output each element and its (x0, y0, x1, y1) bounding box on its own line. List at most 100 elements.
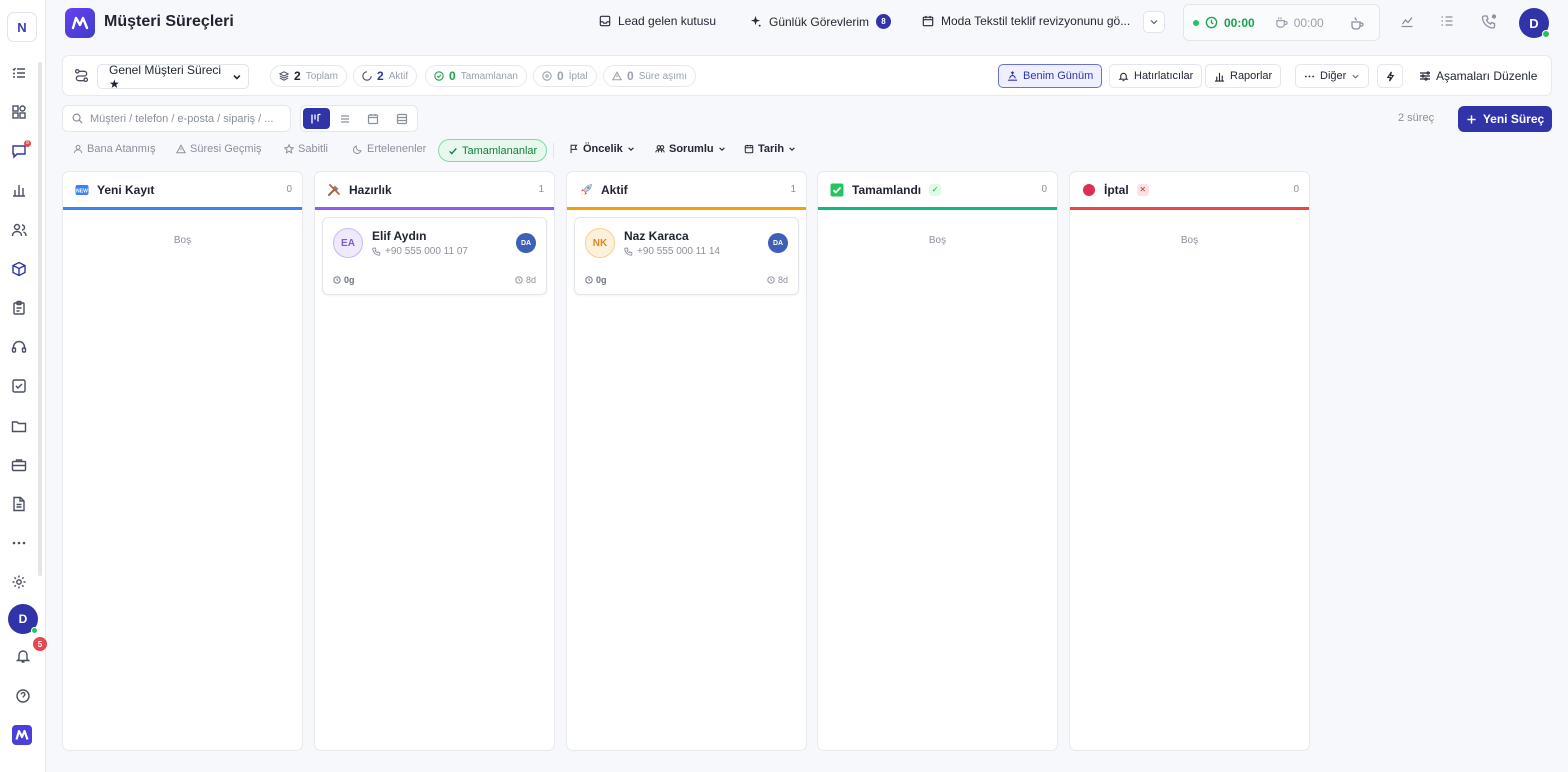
stat-total[interactable]: 2 Toplam (270, 65, 347, 87)
search-input[interactable] (90, 112, 280, 125)
user-avatar[interactable]: D (1519, 8, 1550, 38)
folder-icon[interactable] (9, 416, 29, 436)
new-process-label: Yeni Süreç (1482, 112, 1545, 126)
document-icon[interactable] (9, 494, 29, 514)
rocket-icon (579, 183, 593, 197)
column-header[interactable]: Hazırlık 1 (315, 172, 554, 210)
chevron-down-icon (789, 147, 795, 151)
new-process-button[interactable]: Yeni Süreç (1458, 106, 1552, 132)
upcoming-event[interactable]: Moda Tekstil teklif revizyonunu gö... (922, 14, 1130, 28)
my-day-button[interactable]: Benim Günüm (998, 64, 1103, 88)
stat-cancelled[interactable]: 0 İptal (533, 65, 597, 87)
analytics-icon[interactable] (1400, 14, 1416, 30)
users-icon[interactable] (9, 220, 29, 240)
more-button[interactable]: Diğer (1295, 64, 1370, 88)
list-view-button[interactable] (332, 108, 359, 129)
workspace-badge[interactable]: N (7, 12, 37, 42)
red-circle-icon (1082, 183, 1096, 197)
phone-icon[interactable] (1481, 14, 1497, 30)
filter-date[interactable]: Tarih (744, 143, 796, 155)
stat-completed[interactable]: 0 Tamamlanan (425, 65, 527, 87)
clock-icon[interactable] (1205, 16, 1218, 29)
table-view-button[interactable] (389, 108, 416, 129)
stat-active[interactable]: 2 Aktif (353, 65, 418, 87)
new-tag-icon: NEW (75, 183, 89, 197)
owner-avatar[interactable]: DA (516, 233, 536, 253)
online-indicator (1542, 30, 1550, 38)
user-icon (73, 144, 83, 154)
filter-overdue[interactable]: Süresi Geçmiş (176, 143, 262, 155)
event-dropdown-button[interactable] (1143, 11, 1165, 33)
status-dot-icon (1193, 19, 1199, 26)
card-due-value: 8d (777, 275, 788, 285)
moon-icon (353, 145, 362, 154)
box-icon[interactable] (9, 259, 29, 279)
cancel-circle-icon (542, 71, 552, 81)
chevron-down-icon (1352, 74, 1359, 79)
app-logo-icon[interactable] (65, 8, 95, 38)
check-square-icon[interactable] (9, 376, 29, 396)
filter-priority[interactable]: Öncelik (569, 143, 635, 155)
tools-icon (327, 183, 341, 197)
dashboard-icon[interactable] (9, 102, 29, 122)
process-card[interactable]: EA Elif Aydın +90 555 000 11 07 DA 0g 8d (322, 217, 547, 295)
daily-tasks-button[interactable]: Günlük Görevlerim 8 (749, 14, 892, 29)
owner-avatar[interactable]: DA (768, 233, 788, 253)
card-due: 8d (515, 275, 536, 285)
pipeline-select[interactable]: Genel Müşteri Süreci ★ (97, 63, 249, 91)
edit-stages-button[interactable]: Aşamaları Düzenle (1411, 64, 1546, 88)
stat-overdue[interactable]: 0 Süre aşımı (603, 65, 697, 87)
list-icon[interactable] (9, 63, 29, 83)
rail-scrollbar[interactable] (38, 62, 42, 576)
pipeline-route-icon[interactable] (74, 68, 89, 83)
reminders-button[interactable]: Hatırlatıcılar (1109, 64, 1203, 88)
automation-button[interactable] (1377, 64, 1403, 88)
stat-completed-label: Tamamlanan (460, 70, 518, 82)
column-header[interactable]: İptal ✕ 0 (1070, 172, 1309, 210)
check-box-icon (830, 183, 844, 197)
filter-owner[interactable]: Sorumlu (655, 143, 726, 155)
column-title: Yeni Kayıt (97, 182, 155, 197)
clipboard-icon[interactable] (9, 298, 29, 318)
coffee-icon[interactable] (1275, 16, 1288, 29)
chart-icon[interactable] (9, 180, 29, 200)
calendar-view-button[interactable] (360, 108, 387, 129)
search-box[interactable] (62, 105, 291, 132)
table-icon (396, 113, 407, 124)
help-icon[interactable] (13, 686, 33, 706)
timer-icon (515, 276, 523, 284)
process-count: 2 süreç (1398, 112, 1435, 124)
lead-inbox-label: Lead gelen kutusu (618, 14, 717, 28)
warning-icon (176, 144, 186, 154)
column-header[interactable]: Tamamlandı ✓ 0 (818, 172, 1057, 210)
users-icon (655, 145, 665, 153)
more-icon[interactable] (9, 533, 29, 553)
lead-inbox-button[interactable]: Lead gelen kutusu (599, 14, 716, 28)
filter-pinned[interactable]: Sabitli (284, 143, 328, 155)
headset-icon[interactable] (9, 337, 29, 357)
kanban-view-button[interactable] (303, 108, 330, 129)
filter-completed[interactable]: Tamamlananlar (438, 139, 548, 162)
bolt-icon (1386, 71, 1394, 81)
page-title: Müşteri Süreçleri (104, 13, 234, 30)
column-header[interactable]: Aktif 1 (567, 172, 806, 210)
break-toggle-icon[interactable] (1350, 16, 1364, 30)
reports-button[interactable]: Raporlar (1205, 64, 1282, 88)
more-label: Diğer (1320, 70, 1347, 82)
chevron-down-icon (1150, 20, 1158, 25)
online-indicator (31, 627, 38, 634)
filter-postponed[interactable]: Ertelenenler (353, 143, 426, 155)
rail-user-avatar[interactable]: D (8, 604, 38, 634)
customer-phone: +90 555 000 11 07 (372, 246, 468, 257)
brand-logo-icon[interactable] (12, 725, 32, 745)
settings-icon[interactable] (9, 572, 29, 592)
column-preparation: Hazırlık 1 EA Elif Aydın +90 555 000 11 … (314, 171, 555, 751)
process-card[interactable]: NK Naz Karaca +90 555 000 11 14 DA 0g 8d (574, 217, 799, 295)
card-age-value: 0g (596, 275, 607, 285)
column-header[interactable]: NEW Yeni Kayıt 0 (63, 172, 302, 210)
filter-assigned-to-me[interactable]: Bana Atanmış (73, 143, 156, 155)
bell-icon[interactable] (13, 646, 33, 666)
briefcase-icon[interactable] (9, 455, 29, 475)
column-active: Aktif 1 NK Naz Karaca +90 555 000 11 14 … (566, 171, 807, 751)
checklist-icon[interactable] (1440, 14, 1456, 30)
